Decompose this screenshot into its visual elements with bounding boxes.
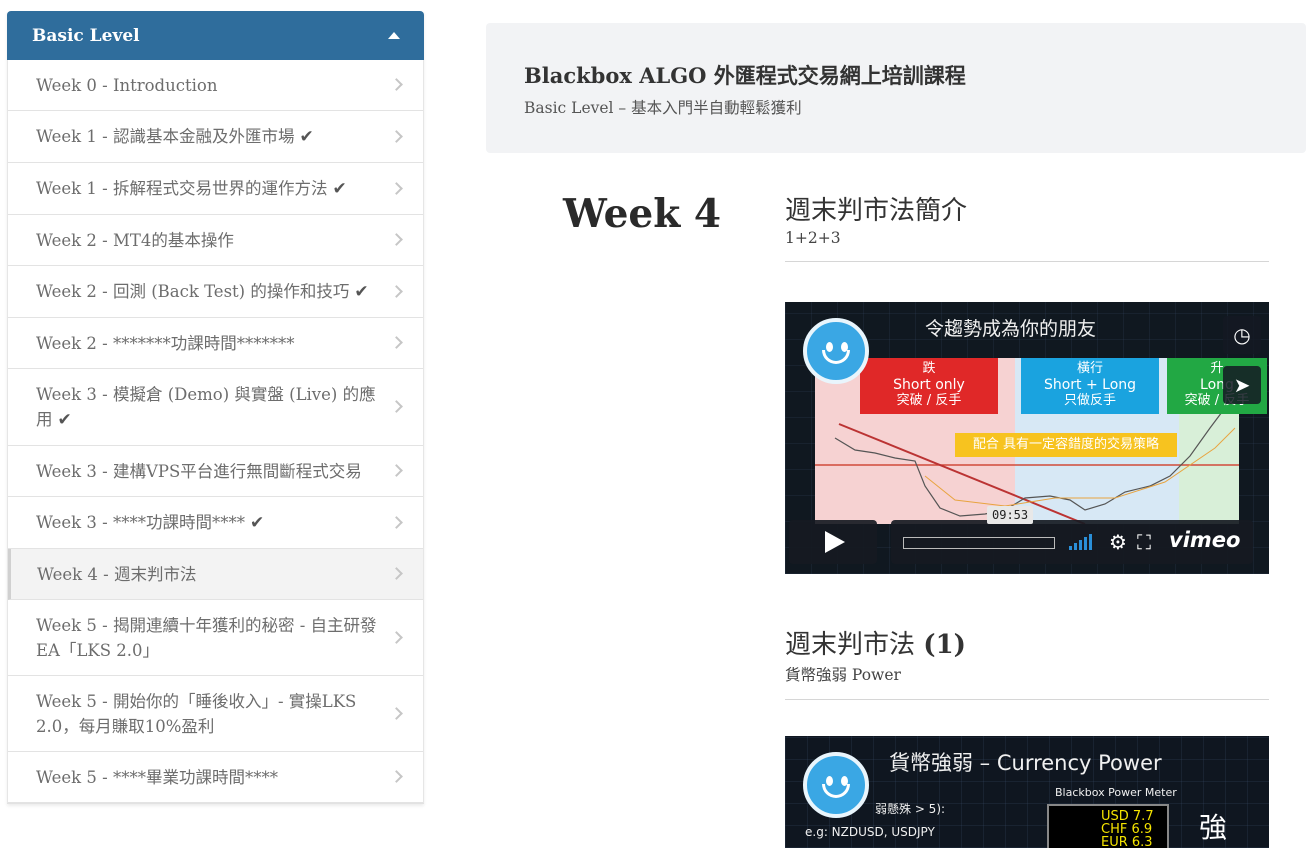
play-icon — [825, 531, 845, 553]
video-player[interactable]: 令趨勢成為你的朋友 跌 Short only 突破 / 反手 橫行 Short … — [785, 302, 1269, 574]
lesson-list: Week 0 - Introduction Week 1 - 認識基本金融及外匯市… — [7, 60, 424, 803]
caret-up-icon — [388, 32, 400, 39]
chevron-right-icon — [390, 706, 403, 720]
lesson-header: 週末判市法 (1) 貨幣強弱 Power — [785, 624, 1269, 700]
range-tag: 橫行 Short + Long 只做反手 — [1021, 358, 1159, 414]
chevron-right-icon — [390, 233, 403, 246]
sidebar-level-title: Basic Level — [32, 25, 140, 46]
course-subtitle: Basic Level – 基本入門半自動輕鬆獲利 — [524, 99, 802, 117]
meter-title: Blackbox Power Meter — [1055, 786, 1177, 799]
chevron-right-icon — [390, 515, 403, 529]
strong-label: 強 — [1199, 811, 1228, 844]
smiley-avatar-icon — [803, 318, 869, 384]
fullscreen-icon[interactable]: ⛶ — [1137, 530, 1151, 554]
sidebar-lesson-item[interactable]: Week 3 - 模擬倉 (Demo) 與實盤 (Live) 的應用 ✔ — [8, 369, 423, 446]
settings-gear-icon[interactable]: ⚙ — [1109, 530, 1127, 554]
chevron-right-icon — [390, 181, 403, 195]
strategy-banner: 配合 具有一定容錯度的交易策略 — [955, 433, 1177, 457]
sidebar-lesson-label: Week 3 - 模擬倉 (Demo) 與實盤 (Live) 的應用 — [36, 385, 376, 429]
sidebar-lesson-item[interactable]: Week 5 - ****畢業功課時間**** — [8, 752, 423, 803]
divider — [785, 261, 1269, 262]
course-banner: Blackbox ALGO 外匯程式交易網上培訓課程 Basic Level –… — [486, 23, 1306, 153]
downtrend-tag: 跌 Short only 突破 / 反手 — [860, 358, 998, 414]
play-button[interactable] — [789, 520, 877, 564]
sidebar-lesson-item[interactable]: Week 5 - 揭開連續十年獲利的秘密 - 自主研發EA「LKS 2.0」 — [8, 600, 423, 676]
chevron-right-icon — [390, 630, 403, 644]
sidebar-lesson-label: Week 3 - ****功課時間**** — [36, 513, 245, 532]
course-sidebar: Basic Level Week 0 - Introduction Week 1 … — [7, 11, 424, 804]
checkmark-icon: ✔ — [299, 127, 314, 147]
video-slide-title: 貨幣強弱 – Currency Power — [889, 751, 1162, 775]
sidebar-lesson-label: Week 3 - 建構VPS平台進行無間斷程式交易 — [36, 462, 362, 481]
sidebar-lesson-label: Week 5 - 開始你的「睡後收入」- 實操LKS 2.0，每月賺取10%盈利 — [36, 692, 357, 736]
week-heading: Week 4 — [563, 191, 721, 237]
lesson-title: 週末判市法 (1) — [785, 630, 966, 660]
sidebar-level-header[interactable]: Basic Level — [7, 11, 424, 60]
lesson-subtitle: 貨幣強弱 Power — [785, 666, 901, 684]
video-controls: 09:53 ⚙ ⛶ vimeo — [785, 506, 1269, 564]
share-send-icon[interactable]: ➤ — [1223, 366, 1261, 404]
video-slide-title: 令趨勢成為你的朋友 — [925, 318, 1097, 340]
chevron-right-icon — [390, 567, 403, 580]
sidebar-lesson-item[interactable]: Week 3 - 建構VPS平台進行無間斷程式交易 — [8, 446, 423, 497]
vimeo-logo[interactable]: vimeo — [1169, 528, 1240, 552]
sidebar-lesson-label: Week 4 - 週末判市法 — [37, 565, 197, 584]
sidebar-lesson-item[interactable]: Week 2 - MT4的基本操作 — [8, 215, 423, 266]
power-meter: USD 7.7 CHF 6.9 EUR 6.3 — [1047, 804, 1169, 848]
volume-icon[interactable] — [1069, 534, 1092, 550]
slide-text: e.g: NZDUSD, USDJPY — [805, 825, 935, 839]
checkmark-icon: ✔ — [332, 179, 347, 199]
sidebar-lesson-label: Week 5 - 揭開連續十年獲利的秘密 - 自主研發EA「LKS 2.0」 — [36, 616, 377, 660]
sidebar-lesson-item[interactable]: Week 0 - Introduction — [8, 60, 423, 111]
chevron-right-icon — [390, 78, 403, 91]
video-timecode: 09:53 — [987, 506, 1034, 524]
sidebar-lesson-item[interactable]: Week 3 - ****功課時間**** ✔ — [8, 497, 423, 549]
sidebar-lesson-label: Week 0 - Introduction — [36, 76, 218, 95]
sidebar-lesson-item[interactable]: Week 5 - 開始你的「睡後收入」- 實操LKS 2.0，每月賺取10%盈利 — [8, 676, 423, 752]
lesson-header: 週末判市法簡介 1+2+3 — [785, 190, 1269, 262]
sidebar-lesson-label: Week 1 - 認識基本金融及外匯市場 — [36, 127, 295, 146]
sidebar-lesson-item[interactable]: Week 2 - *******功課時間******* — [8, 318, 423, 369]
course-title: Blackbox ALGO 外匯程式交易網上培訓課程 — [524, 63, 966, 88]
divider — [785, 699, 1269, 700]
slide-text: 弱懸殊 > 5): — [875, 802, 946, 816]
sidebar-lesson-item[interactable]: Week 4 - 週末判市法 — [8, 549, 423, 600]
smiley-avatar-icon — [803, 752, 869, 818]
sidebar-lesson-label: Week 2 - MT4的基本操作 — [36, 231, 234, 250]
progress-bar[interactable] — [903, 537, 1055, 549]
sidebar-lesson-item[interactable]: Week 2 - 回測 (Back Test) 的操作和技巧 ✔ — [8, 266, 423, 318]
lesson-subtitle: 1+2+3 — [785, 229, 841, 247]
watch-later-clock-icon[interactable]: ◷ — [1223, 316, 1261, 354]
lesson-title: 週末判市法簡介 — [785, 196, 968, 226]
control-bar: 09:53 ⚙ ⛶ vimeo — [891, 506, 1253, 564]
chevron-right-icon — [390, 284, 403, 298]
chevron-right-icon — [390, 336, 403, 349]
sidebar-lesson-label: Week 2 - *******功課時間******* — [36, 334, 295, 353]
checkmark-icon: ✔ — [354, 282, 369, 302]
sidebar-lesson-label: Week 5 - ****畢業功課時間**** — [36, 768, 278, 787]
chevron-right-icon — [390, 129, 403, 143]
checkmark-icon: ✔ — [249, 513, 265, 533]
chevron-right-icon — [390, 770, 403, 783]
checkmark-icon: ✔ — [57, 410, 72, 430]
chevron-right-icon — [390, 464, 403, 477]
sidebar-lesson-label: Week 1 - 拆解程式交易世界的運作方法 — [36, 179, 328, 198]
sidebar-lesson-label: Week 2 - 回測 (Back Test) 的操作和技巧 — [36, 282, 350, 301]
sidebar-lesson-item[interactable]: Week 1 - 拆解程式交易世界的運作方法 ✔ — [8, 163, 423, 215]
chevron-right-icon — [390, 400, 403, 413]
sidebar-lesson-item[interactable]: Week 1 - 認識基本金融及外匯市場 ✔ — [8, 111, 423, 163]
video-player[interactable]: 貨幣強弱 – Currency Power 弱懸殊 > 5): e.g: NZD… — [785, 736, 1269, 848]
